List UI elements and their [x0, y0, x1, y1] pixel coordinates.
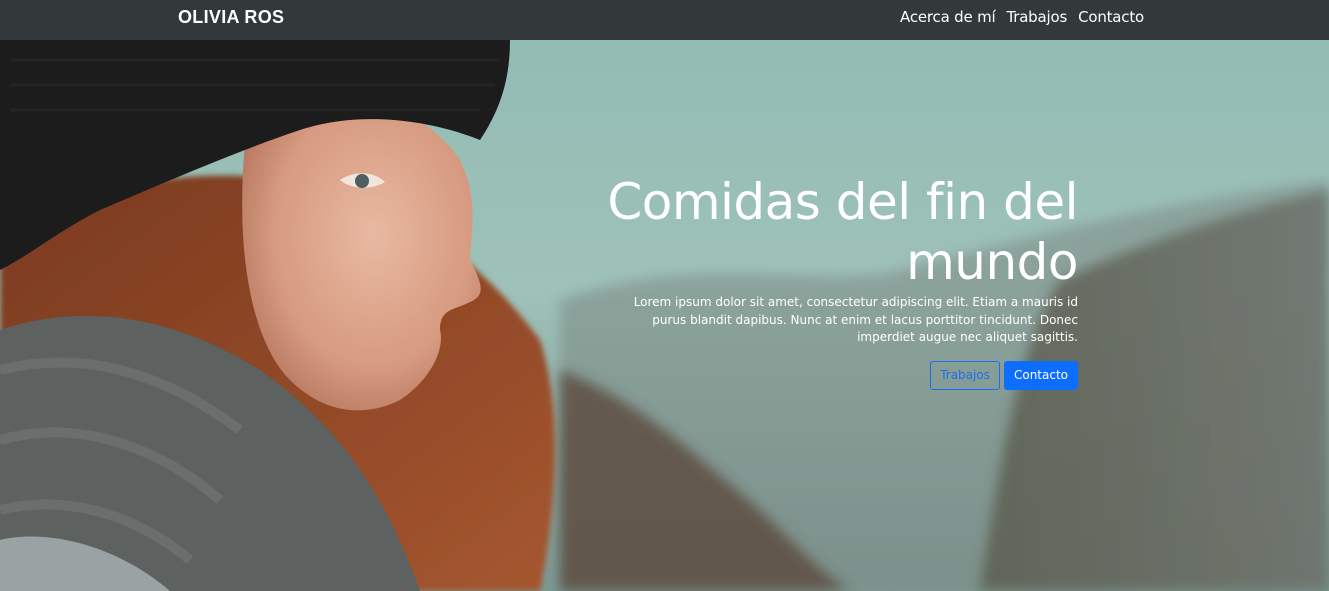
- nav-links: Acerca de mí Trabajos Contacto: [900, 8, 1144, 26]
- nav-link-contact[interactable]: Contacto: [1078, 8, 1144, 26]
- hero-content: Comidas del fin del mundo Lorem ipsum do…: [558, 172, 1079, 390]
- hero-section: Comidas del fin del mundo Lorem ipsum do…: [0, 40, 1329, 591]
- works-button[interactable]: Trabajos: [930, 360, 1000, 390]
- nav-link-about[interactable]: Acerca de mí: [900, 8, 996, 26]
- hero-buttons: Trabajos Contacto: [558, 360, 1078, 390]
- brand-logo[interactable]: OLIVIA ROS: [178, 7, 284, 28]
- hero-title: Comidas del fin del mundo: [607, 173, 1078, 291]
- navbar: OLIVIA ROS Acerca de mí Trabajos Contact…: [0, 0, 1329, 40]
- nav-link-works[interactable]: Trabajos: [1006, 8, 1067, 26]
- contact-button[interactable]: Contacto: [1003, 360, 1078, 390]
- hero-description: Lorem ipsum dolor sit amet, consectetur …: [633, 295, 1078, 344]
